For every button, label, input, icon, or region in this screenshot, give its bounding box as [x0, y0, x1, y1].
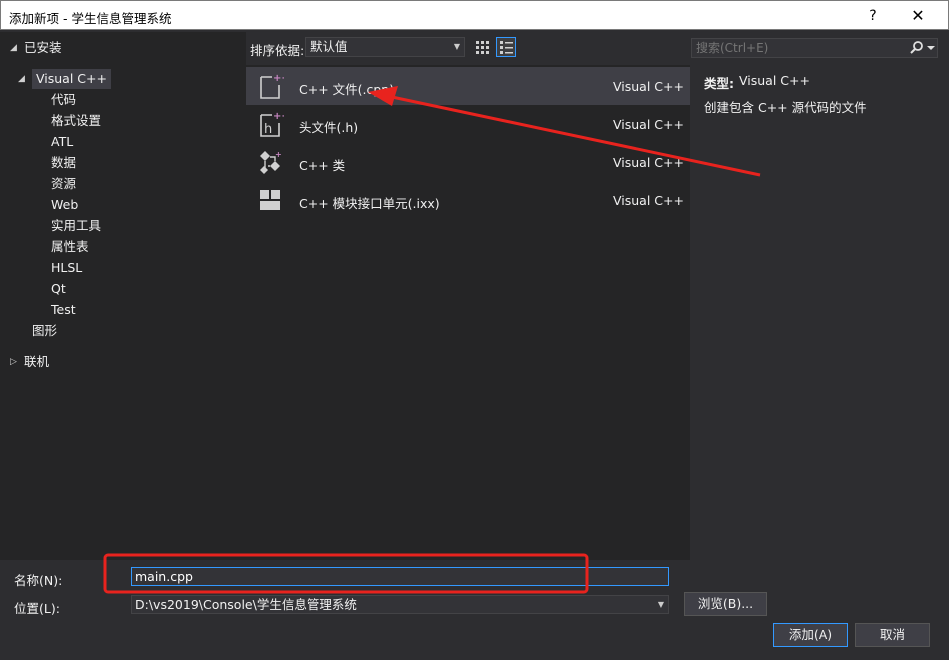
tree-label: 代码: [51, 92, 77, 107]
tree-node-child[interactable]: 资源: [51, 174, 76, 194]
template-row-header-file[interactable]: h ++ 头文件(.h) Visual C++: [246, 105, 690, 143]
title-bar: 添加新项 - 学生信息管理系统 ? ✕: [0, 0, 949, 30]
template-row-module-interface[interactable]: C++ 模块接口单元(.ixx) Visual C++: [246, 181, 690, 219]
tree-label: 属性表: [51, 239, 89, 254]
svg-text:++: ++: [273, 73, 284, 84]
grid-view-button[interactable]: [472, 37, 492, 57]
template-list: ++ C++ 文件(.cpp) Visual C++ h ++ 头文件(.h) …: [246, 65, 690, 560]
template-language: Visual C++: [613, 155, 684, 170]
header-file-icon: h ++: [260, 111, 284, 137]
tree-node-child[interactable]: ATL: [51, 132, 73, 152]
cpp-class-icon: +: [260, 150, 282, 174]
template-name: C++ 模块接口单元(.ixx): [299, 196, 440, 211]
expand-arrow-icon[interactable]: ▷: [10, 352, 22, 372]
tree-node-child[interactable]: 属性表: [51, 237, 89, 257]
tree-label: ATL: [51, 134, 74, 149]
tree-node-child[interactable]: HLSL: [51, 258, 82, 278]
window-title: 添加新项 - 学生信息管理系统: [9, 11, 172, 26]
template-language: Visual C++: [613, 193, 684, 208]
sort-dropdown[interactable]: 默认值 ▼: [305, 37, 465, 57]
location-label: 位置(L):: [14, 601, 60, 616]
chevron-down-icon: ▼: [453, 42, 460, 51]
search-input[interactable]: [691, 38, 938, 58]
template-toolbar: 排序依据: 默认值 ▼: [246, 32, 690, 62]
cpp-file-icon: ++: [260, 73, 284, 99]
type-label: 类型:: [704, 76, 734, 91]
cancel-button[interactable]: 取消: [855, 623, 930, 647]
tree-node-child[interactable]: Test: [51, 300, 76, 320]
category-tree: ◢ 已安装 ◢ Visual C++ 代码格式设置 ATL 数据资源 Web 实用工具属…: [0, 32, 246, 560]
template-description: 创建包含 C++ 源代码的文件: [704, 100, 867, 115]
grid-view-icon: [476, 41, 489, 54]
search-icon[interactable]: [906, 40, 938, 56]
location-value: D:\vs2019\Console\学生信息管理系统: [135, 597, 357, 612]
tree-node-graphics[interactable]: 图形: [32, 321, 57, 341]
tree-node-visual-cpp[interactable]: ◢ Visual C++: [18, 69, 111, 89]
sort-label: 排序依据:: [250, 43, 305, 58]
location-combobox[interactable]: D:\vs2019\Console\学生信息管理系统 ▼: [131, 595, 669, 614]
tree-label: Qt: [51, 281, 66, 296]
list-view-button[interactable]: [496, 37, 516, 57]
tree-node-online[interactable]: ▷ 联机: [10, 352, 49, 372]
tree-node-child[interactable]: 格式设置: [51, 111, 101, 131]
tree-label: 实用工具: [51, 218, 102, 233]
tree-node-child[interactable]: 代码: [51, 90, 76, 110]
type-value: Visual C++: [739, 73, 810, 88]
svg-text:++: ++: [273, 111, 284, 122]
tree-label: Test: [51, 302, 76, 317]
close-button[interactable]: ✕: [898, 3, 938, 29]
tree-node-child[interactable]: 数据: [51, 153, 76, 173]
name-input[interactable]: [131, 567, 669, 586]
add-button[interactable]: 添加(A): [773, 623, 848, 647]
template-name: C++ 文件(.cpp): [299, 82, 395, 97]
template-row-cpp-class[interactable]: + C++ 类 Visual C++: [246, 143, 690, 181]
module-interface-icon: [260, 190, 280, 210]
template-info-panel: 类型: Visual C++ 创建包含 C++ 源代码的文件: [691, 65, 949, 560]
list-view-icon: [500, 41, 513, 54]
template-language: Visual C++: [613, 117, 684, 132]
tree-label: HLSL: [51, 260, 83, 275]
tree-label: Visual C++: [32, 69, 111, 89]
tree-node-child[interactable]: 实用工具: [51, 216, 101, 236]
template-language: Visual C++: [613, 79, 684, 94]
tree-label: Web: [51, 197, 79, 212]
sort-value: 默认值: [310, 39, 348, 54]
template-name: 头文件(.h): [299, 120, 359, 135]
tree-label: 数据: [51, 155, 77, 170]
svg-text:h: h: [264, 122, 272, 137]
svg-text:+: +: [275, 150, 282, 159]
tree-label: 格式设置: [51, 113, 102, 128]
tree-label: 已安装: [24, 40, 62, 55]
tree-node-installed[interactable]: ◢ 已安装: [10, 38, 62, 58]
help-button[interactable]: ?: [853, 3, 893, 29]
name-label: 名称(N):: [14, 573, 63, 588]
chevron-down-icon[interactable]: ▼: [658, 596, 664, 613]
template-name: C++ 类: [299, 158, 346, 173]
template-row-cpp-file[interactable]: ++ C++ 文件(.cpp) Visual C++: [246, 67, 690, 105]
tree-label: 资源: [51, 176, 77, 191]
tree-node-child[interactable]: Qt: [51, 279, 66, 299]
tree-label: 图形: [32, 323, 58, 338]
tree-node-child[interactable]: Web: [51, 195, 78, 215]
collapse-arrow-icon[interactable]: ◢: [18, 69, 30, 89]
browse-button[interactable]: 浏览(B)...: [684, 592, 767, 616]
collapse-arrow-icon[interactable]: ◢: [10, 38, 22, 58]
tree-label: 联机: [24, 354, 50, 369]
